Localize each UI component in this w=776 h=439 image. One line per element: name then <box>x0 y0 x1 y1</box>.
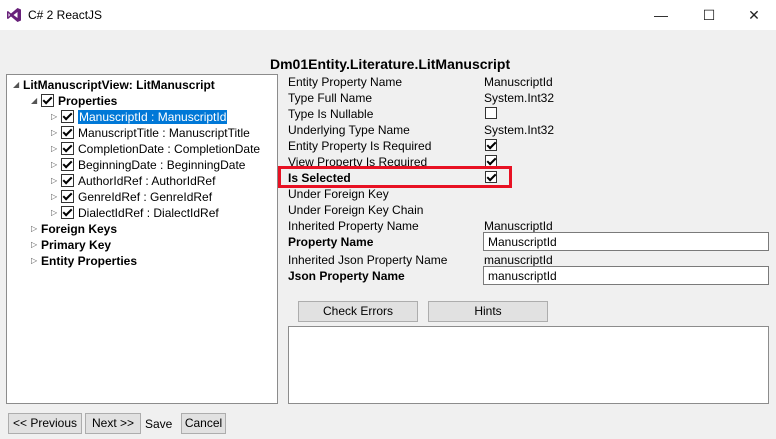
property-name-label: Property Name <box>288 235 374 249</box>
type-is-nullable-label: Type Is Nullable <box>288 107 374 121</box>
tree-item-label: DialectIdRef : DialectIdRef <box>78 206 219 220</box>
tree-node-entity-properties[interactable]: ▷ Entity Properties <box>31 253 137 269</box>
tree-node-properties[interactable]: ◢ Properties <box>31 93 117 109</box>
json-property-name-label: Json Property Name <box>288 269 405 283</box>
underlying-type-name-value: System.Int32 <box>484 123 555 137</box>
collapse-arrow-icon[interactable]: ▷ <box>31 237 41 253</box>
collapse-arrow-icon[interactable]: ▷ <box>51 157 61 173</box>
cancel-button[interactable]: Cancel <box>181 413 226 434</box>
close-button[interactable]: ✕ <box>731 0 776 30</box>
collapse-arrow-icon[interactable]: ▷ <box>31 253 41 269</box>
is-selected-highlight <box>278 166 512 188</box>
tree-item-beginning-date[interactable]: ▷ BeginningDate : BeginningDate <box>51 157 245 173</box>
inherited-json-property-name-label: Inherited Json Property Name <box>288 253 448 267</box>
tree-item-label: CompletionDate : CompletionDate <box>78 142 261 156</box>
tree-item-label: BeginningDate : BeginningDate <box>78 158 246 172</box>
property-name-input[interactable] <box>483 232 769 251</box>
collapse-arrow-icon[interactable]: ▷ <box>51 125 61 141</box>
tree-item-manuscript-id[interactable]: ▷ ManuscriptId : ManuscriptId <box>51 109 228 125</box>
tree-node-primary-key[interactable]: ▷ Primary Key <box>31 237 111 253</box>
tree-view[interactable]: ◢ LitManuscriptView: LitManuscript ◢ Prope… <box>6 74 278 404</box>
item-checkbox[interactable] <box>61 158 74 172</box>
entity-property-required-label: Entity Property Is Required <box>288 139 432 153</box>
tree-item-completion-date[interactable]: ▷ CompletionDate : CompletionDate <box>51 141 260 157</box>
results-panel[interactable] <box>288 326 769 404</box>
expand-arrow-icon[interactable]: ◢ <box>13 77 23 93</box>
tree-item-label: ManuscriptTitle : ManuscriptTitle <box>78 126 250 140</box>
properties-checkbox[interactable] <box>41 94 54 108</box>
item-checkbox[interactable] <box>61 206 74 220</box>
collapse-arrow-icon[interactable]: ▷ <box>51 141 61 157</box>
tree-item-dialect-id-ref[interactable]: ▷ DialectIdRef : DialectIdRef <box>51 205 219 221</box>
tree-item-genre-id-ref[interactable]: ▷ GenreIdRef : GenreIdRef <box>51 189 212 205</box>
tree-root-label: LitManuscriptView: LitManuscript <box>23 78 215 92</box>
hints-button[interactable]: Hints <box>428 301 548 322</box>
under-foreign-key-chain-label: Under Foreign Key Chain <box>288 203 424 217</box>
entity-property-name-value: ManuscriptId <box>484 75 553 89</box>
maximize-button[interactable]: ☐ <box>686 0 732 30</box>
item-checkbox[interactable] <box>61 174 74 188</box>
collapse-arrow-icon[interactable]: ▷ <box>31 221 41 237</box>
tree-node-label: Primary Key <box>41 238 112 252</box>
entity-property-required-checkbox[interactable] <box>485 139 497 151</box>
tree-item-manuscript-title[interactable]: ▷ ManuscriptTitle : ManuscriptTitle <box>51 125 250 141</box>
visual-studio-icon <box>7 8 21 22</box>
window-title: C# 2 ReactJS <box>28 8 103 22</box>
tree-node-label: Entity Properties <box>41 254 138 268</box>
entity-title: Dm01Entity.Literature.LitManuscript <box>270 56 511 72</box>
tree-item-label: ManuscriptId : ManuscriptId <box>78 110 228 124</box>
item-checkbox[interactable] <box>61 190 74 204</box>
next-button[interactable]: Next >> <box>85 413 141 434</box>
collapse-arrow-icon[interactable]: ▷ <box>51 189 61 205</box>
type-is-nullable-checkbox[interactable] <box>485 107 497 119</box>
type-full-name-value: System.Int32 <box>484 91 555 105</box>
item-checkbox[interactable] <box>61 126 74 140</box>
collapse-arrow-icon[interactable]: ▷ <box>51 205 61 221</box>
item-checkbox[interactable] <box>61 142 74 156</box>
type-full-name-label: Type Full Name <box>288 91 373 105</box>
collapse-arrow-icon[interactable]: ▷ <box>51 173 61 189</box>
inherited-property-name-label: Inherited Property Name <box>288 219 419 233</box>
expand-arrow-icon[interactable]: ◢ <box>31 93 41 109</box>
item-checkbox[interactable] <box>61 110 74 124</box>
tree-node-label: Properties <box>58 94 118 108</box>
previous-button[interactable]: << Previous <box>8 413 82 434</box>
minimize-button[interactable]: — <box>638 0 684 30</box>
title-bar: C# 2 ReactJS — ☐ ✕ <box>0 0 776 30</box>
tree-item-author-id-ref[interactable]: ▷ AuthorIdRef : AuthorIdRef <box>51 173 215 189</box>
tree-node-foreign-keys[interactable]: ▷ Foreign Keys <box>31 221 117 237</box>
underlying-type-name-label: Underlying Type Name <box>288 123 410 137</box>
entity-property-name-label: Entity Property Name <box>288 75 403 89</box>
under-foreign-key-label: Under Foreign Key <box>288 187 389 201</box>
tree-item-label: GenreIdRef : GenreIdRef <box>78 190 213 204</box>
json-property-name-input[interactable] <box>483 266 769 285</box>
tree-root[interactable]: ◢ LitManuscriptView: LitManuscript <box>13 77 215 93</box>
save-button[interactable]: Save <box>145 417 172 431</box>
collapse-arrow-icon[interactable]: ▷ <box>51 109 61 125</box>
tree-item-label: AuthorIdRef : AuthorIdRef <box>78 174 216 188</box>
tree-node-label: Foreign Keys <box>41 222 118 236</box>
check-errors-button[interactable]: Check Errors <box>298 301 418 322</box>
